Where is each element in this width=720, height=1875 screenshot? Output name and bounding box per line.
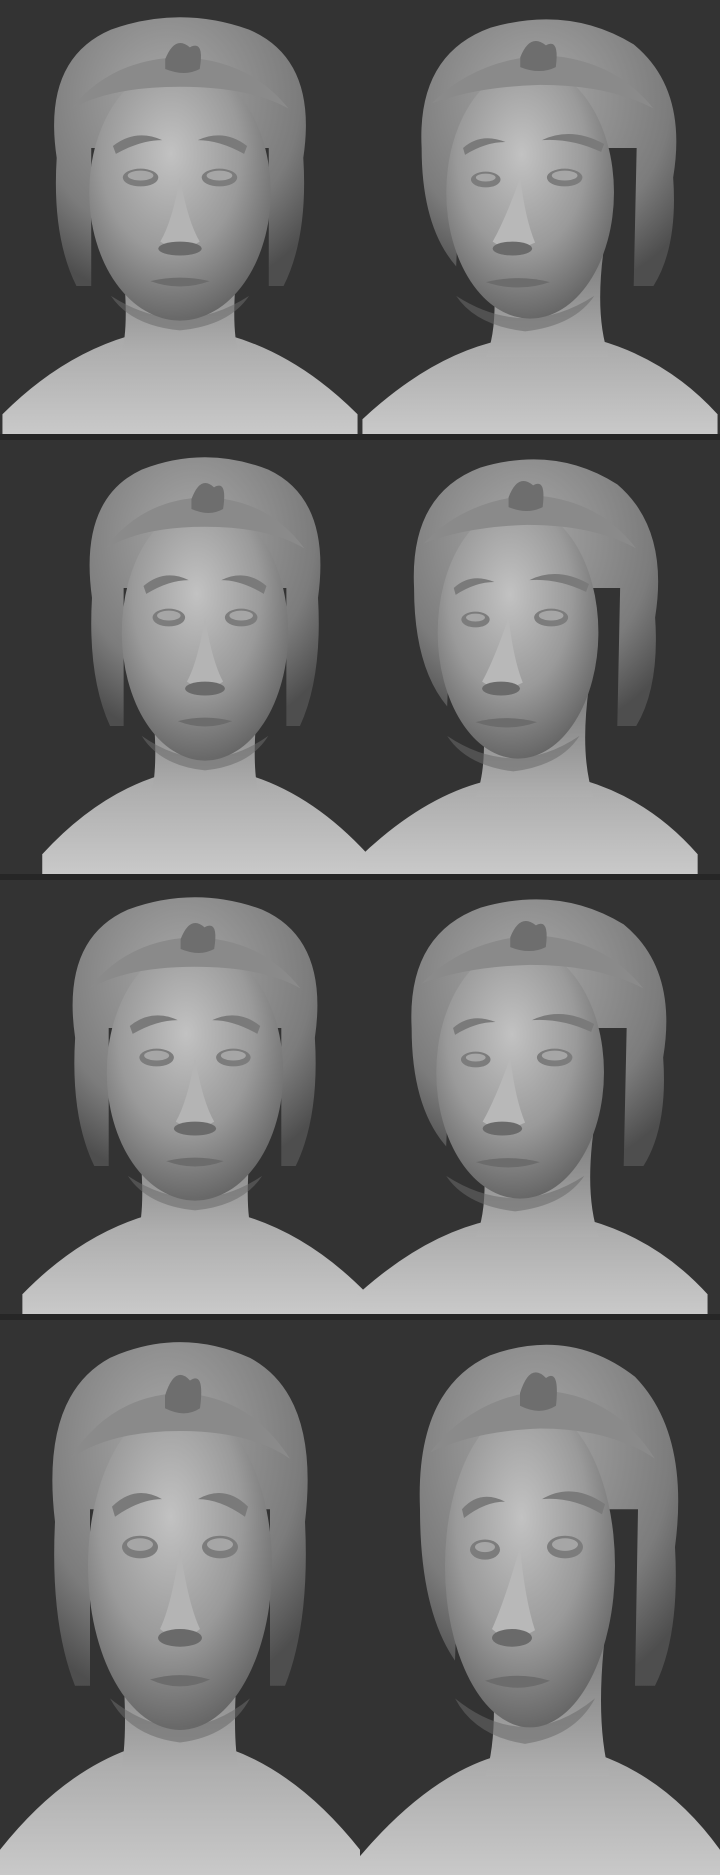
bust-front-render xyxy=(2,17,358,434)
bust-front-render xyxy=(0,1342,360,1875)
render-row-1 xyxy=(0,0,720,434)
bust-three-quarter-render xyxy=(352,899,708,1314)
bust-three-quarter-render xyxy=(362,19,718,434)
render-row-4 xyxy=(0,1320,720,1875)
bust-three-quarter-render xyxy=(360,1344,720,1875)
render-row-3 xyxy=(0,880,720,1314)
bust-front-render xyxy=(22,897,368,1314)
bust-three-quarter-render xyxy=(357,459,698,874)
bust-front-render xyxy=(42,457,368,874)
render-sheet xyxy=(0,0,720,1875)
render-row-2 xyxy=(0,440,720,874)
